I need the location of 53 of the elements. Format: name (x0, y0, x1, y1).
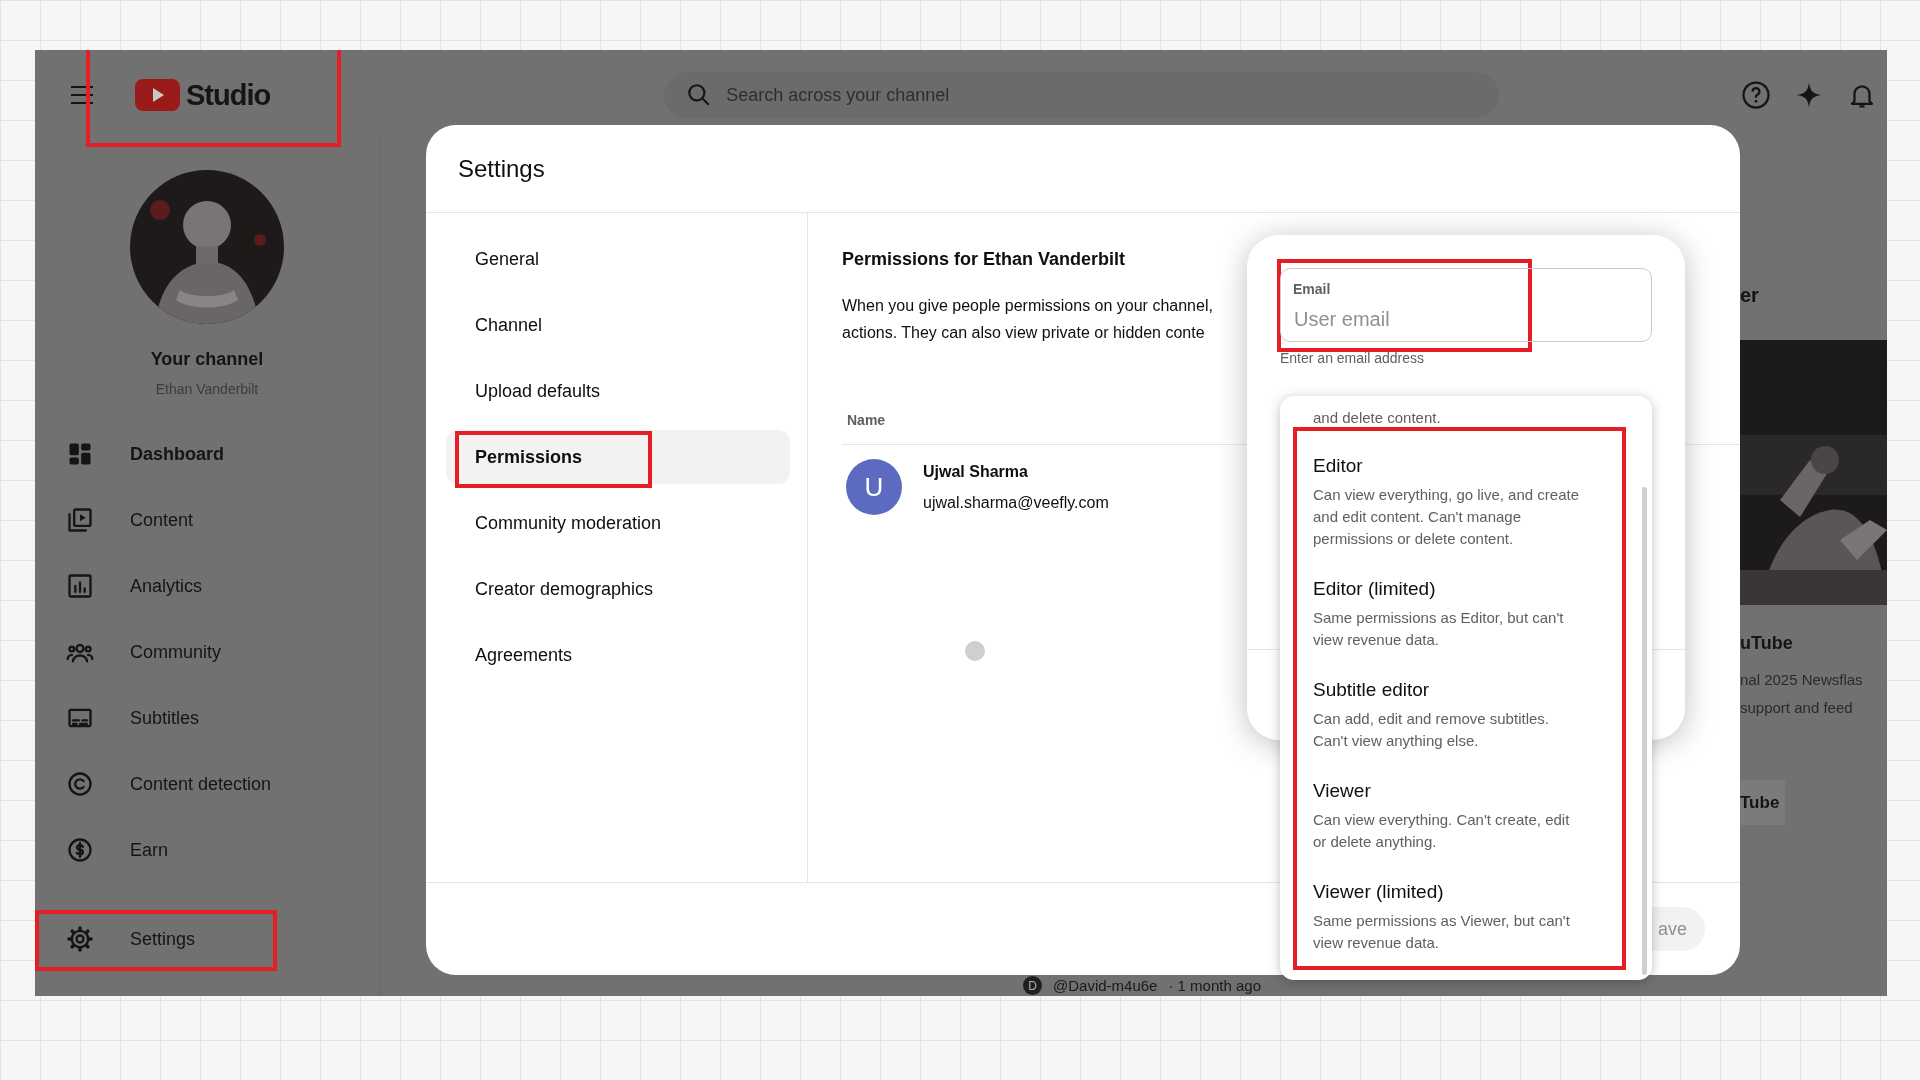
role-description: Same permissions as Editor, but can't view revenue data. (1313, 608, 1564, 650)
user-avatar: U (846, 459, 902, 515)
copyright-icon (66, 770, 94, 798)
role-option[interactable]: Editor (limited) (1313, 576, 1436, 602)
role-option[interactable]: Viewer (limited) (1313, 879, 1444, 905)
sidebar-item[interactable]: Content detection (35, 757, 379, 811)
menu-icon[interactable] (70, 85, 94, 105)
loading-dot (965, 641, 985, 661)
logo-text[interactable]: Studio (186, 78, 271, 112)
bar-chart-icon (66, 572, 94, 600)
role-description: Can add, edit and remove subtitles. Can't view anything else. (1313, 709, 1549, 751)
nav-item[interactable]: Agreements (446, 628, 790, 682)
video-title: uTube (1740, 632, 1794, 654)
nav-item[interactable]: Community moderation (446, 496, 790, 550)
role-option[interactable]: Subtitle editor (1313, 677, 1430, 703)
role-option[interactable]: Editor (1313, 453, 1363, 479)
settings-icon (66, 925, 94, 953)
video-stack-icon (66, 506, 94, 534)
channel-chip[interactable]: Tube (1740, 780, 1785, 825)
sidebar-item[interactable]: Settings (35, 912, 379, 966)
field-hint: Enter an email address (1280, 349, 1425, 367)
user-email: ujwal.sharma@veefly.com (923, 492, 1109, 513)
sidebar-item[interactable]: Content (35, 493, 379, 547)
role-option[interactable]: Viewer (1313, 778, 1371, 804)
nav-item[interactable]: Creator demographics (446, 562, 790, 616)
channel-title: Your channel (150, 348, 264, 370)
play-logo-icon[interactable] (135, 79, 180, 111)
comment-age: · 1 month ago (1168, 976, 1261, 995)
role-description: and delete content. (1312, 408, 1442, 428)
nav-item[interactable]: General (446, 232, 790, 286)
comment-author: @David-m4u6e (1053, 976, 1158, 995)
sidebar-item[interactable]: Analytics (35, 559, 379, 613)
user-name: Ujwal Sharma (923, 461, 1029, 482)
scrollbar[interactable] (1642, 487, 1647, 975)
video-description: nal 2025 Newsflas support and feed (1740, 670, 1864, 718)
dialog-title: Settings (458, 154, 545, 183)
role-description: Can view everything. Can't create, edit or delete anything. (1313, 810, 1570, 852)
help-icon[interactable] (1741, 80, 1771, 110)
description: When you give people permissions on your channel, actions. They can also view private or hidden conte (842, 296, 1213, 343)
search-field[interactable]: Search across your channel (664, 72, 1500, 118)
sidebar-item[interactable]: Subtitles (35, 691, 379, 745)
section-title: er (1740, 283, 1760, 307)
nav-item[interactable]: Channel (446, 298, 790, 352)
role-description: Same permissions as Viewer, but can't view revenue data. (1313, 911, 1570, 953)
sidebar-item[interactable]: Community (35, 625, 379, 679)
role-description: Can view everything, go live, and create and edit content. Can't manage permissions or delete content. (1313, 485, 1579, 549)
sidebar-item[interactable]: Earn (35, 823, 379, 877)
sidebar-item[interactable]: Dashboard (35, 427, 379, 481)
section-heading: Permissions for Ethan Vanderbilt (842, 248, 1126, 271)
nav-item[interactable]: Upload defaults (446, 364, 790, 418)
field-label: Email (1293, 280, 1331, 298)
dollar-icon (66, 836, 94, 864)
commenter-avatar: D (1023, 976, 1042, 995)
